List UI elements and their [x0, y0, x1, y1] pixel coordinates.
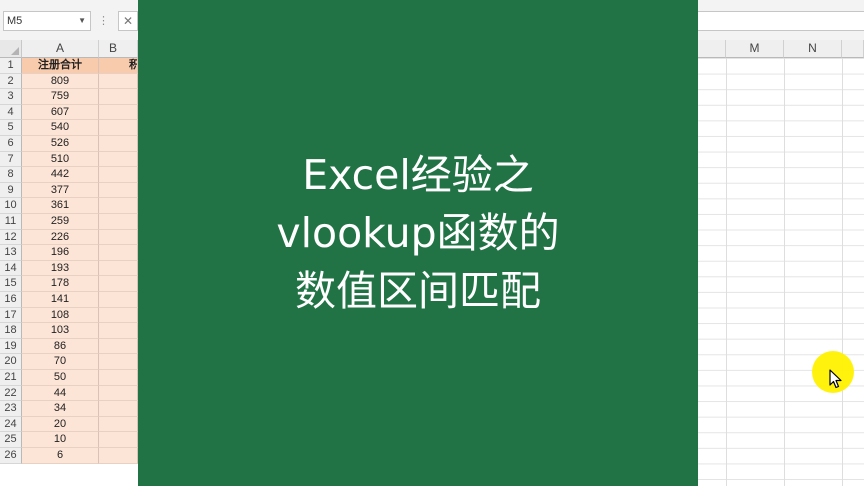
header-cell-b[interactable]: 积 [99, 58, 138, 74]
column-header-l[interactable] [698, 40, 726, 58]
column-header-n[interactable]: N [784, 40, 842, 58]
row-header[interactable]: 23 [0, 401, 22, 417]
row-header[interactable]: 20 [0, 354, 22, 370]
formula-input[interactable] [698, 11, 864, 31]
cell-b[interactable] [99, 89, 138, 105]
cell-a[interactable]: 809 [22, 73, 99, 90]
cell-a[interactable]: 50 [22, 370, 99, 386]
cell-b[interactable] [99, 245, 138, 261]
cell-b[interactable] [99, 136, 138, 152]
cell-a[interactable]: 178 [22, 276, 99, 292]
cell-b[interactable] [99, 307, 138, 324]
cell-b[interactable] [99, 214, 138, 230]
row-header[interactable]: 6 [0, 136, 22, 152]
cell-a[interactable]: 86 [22, 338, 99, 355]
overlay-title: Excel经验之 vlookup函数的 数值区间匹配 [138, 146, 698, 320]
cell-a[interactable]: 6 [22, 448, 99, 464]
name-box[interactable]: M5 ▼ [3, 11, 91, 31]
row-header[interactable]: 17 [0, 307, 22, 324]
cell-b[interactable] [99, 182, 138, 199]
cell-a[interactable]: 759 [22, 89, 99, 105]
cell-b[interactable] [99, 276, 138, 292]
row-header[interactable]: 12 [0, 229, 22, 246]
cell-b[interactable] [99, 416, 138, 433]
row-header[interactable]: 26 [0, 448, 22, 464]
title-overlay: Excel经验之 vlookup函数的 数值区间匹配 [138, 0, 698, 486]
row-header[interactable]: 22 [0, 385, 22, 402]
cell-b[interactable] [99, 151, 138, 168]
name-box-value: M5 [7, 15, 23, 27]
column-header-m[interactable]: M [726, 40, 784, 58]
cell-a[interactable]: 510 [22, 151, 99, 168]
cell-b[interactable] [99, 338, 138, 355]
cell-a[interactable]: 44 [22, 385, 99, 402]
chevron-down-icon[interactable]: ▼ [78, 12, 86, 30]
cell-a[interactable]: 20 [22, 416, 99, 433]
cell-a[interactable]: 540 [22, 120, 99, 136]
row-header[interactable]: 11 [0, 214, 22, 230]
cell-b[interactable] [99, 167, 138, 183]
cell-a[interactable]: 34 [22, 401, 99, 417]
cell-a[interactable]: 141 [22, 292, 99, 308]
row-header[interactable]: 7 [0, 151, 22, 168]
cell-b[interactable] [99, 104, 138, 121]
row-header[interactable]: 2 [0, 73, 22, 90]
empty-grid[interactable] [698, 58, 864, 486]
cell-b[interactable] [99, 401, 138, 417]
cell-a[interactable]: 526 [22, 136, 99, 152]
column-header-a[interactable]: A [22, 40, 99, 58]
cell-a[interactable]: 103 [22, 323, 99, 339]
overlay-title-line-3: 数值区间匹配 [295, 267, 541, 315]
overlay-title-line-1: Excel经验之 [302, 151, 534, 199]
row-header[interactable]: 19 [0, 338, 22, 355]
cell-b[interactable] [99, 354, 138, 370]
row-header[interactable]: 18 [0, 323, 22, 339]
mouse-cursor-icon [829, 369, 842, 389]
cell-a[interactable]: 70 [22, 354, 99, 370]
cell-a[interactable]: 108 [22, 307, 99, 324]
cancel-formula-button[interactable]: ✕ [118, 11, 138, 31]
row-header[interactable]: 9 [0, 182, 22, 199]
cell-a[interactable]: 377 [22, 182, 99, 199]
cell-b[interactable] [99, 323, 138, 339]
cell-a[interactable]: 193 [22, 260, 99, 277]
select-all-corner[interactable] [0, 40, 22, 58]
cell-a[interactable]: 442 [22, 167, 99, 183]
row-header[interactable]: 3 [0, 89, 22, 105]
cell-a[interactable]: 607 [22, 104, 99, 121]
cell-b[interactable] [99, 120, 138, 136]
header-cell-a[interactable]: 注册合计 [22, 58, 99, 74]
cell-a[interactable]: 226 [22, 229, 99, 246]
formula-bar-grip: ⋮ [98, 15, 109, 27]
column-header-o[interactable] [842, 40, 864, 58]
row-header[interactable]: 16 [0, 292, 22, 308]
row-header[interactable]: 25 [0, 432, 22, 448]
row-header[interactable]: 24 [0, 416, 22, 433]
cell-a[interactable]: 196 [22, 245, 99, 261]
row-header[interactable]: 4 [0, 104, 22, 121]
overlay-title-line-2: vlookup函数的 [276, 209, 560, 257]
row-header[interactable]: 1 [0, 58, 22, 74]
cell-a[interactable]: 259 [22, 214, 99, 230]
cell-b[interactable] [99, 448, 138, 464]
cell-b[interactable] [99, 292, 138, 308]
cell-a[interactable]: 361 [22, 198, 99, 214]
row-header[interactable]: 14 [0, 260, 22, 277]
row-header[interactable]: 15 [0, 276, 22, 292]
cell-b[interactable] [99, 385, 138, 402]
select-all-icon [11, 47, 19, 55]
row-header[interactable]: 21 [0, 370, 22, 386]
column-header-b[interactable]: B [99, 40, 138, 58]
row-header[interactable]: 10 [0, 198, 22, 214]
cell-b[interactable] [99, 73, 138, 90]
cell-b[interactable] [99, 198, 138, 214]
row-header[interactable]: 8 [0, 167, 22, 183]
cell-a[interactable]: 10 [22, 432, 99, 448]
row-header[interactable]: 13 [0, 245, 22, 261]
cell-b[interactable] [99, 260, 138, 277]
cell-b[interactable] [99, 229, 138, 246]
row-header[interactable]: 5 [0, 120, 22, 136]
cell-b[interactable] [99, 432, 138, 448]
cell-b[interactable] [99, 370, 138, 386]
